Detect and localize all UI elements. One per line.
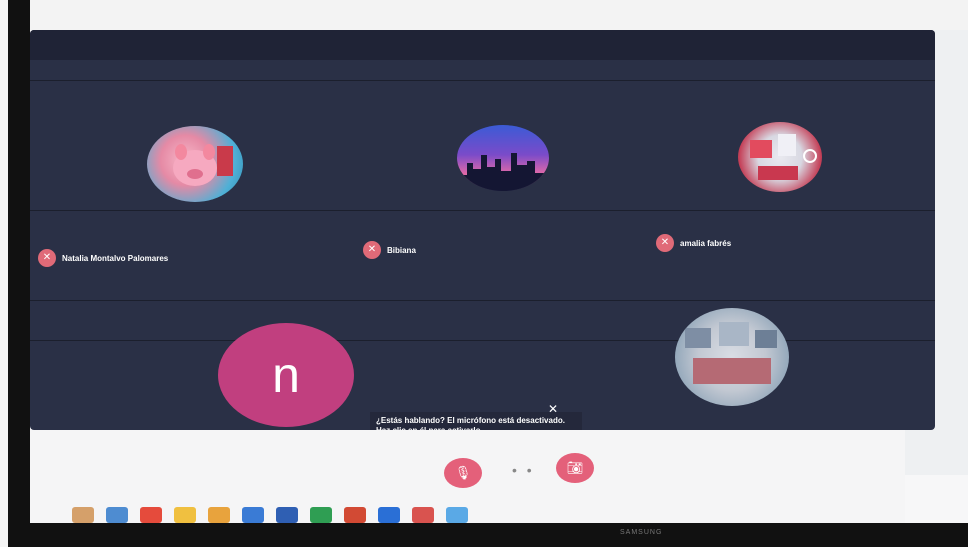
participant-name-row: ✕ Bibiana [363,241,416,259]
scanline [30,210,935,211]
collage-picture [750,134,817,180]
monitor-brand: SAMSUNG [620,529,663,536]
city-skyline-picture [457,153,549,191]
participant-avatar[interactable] [147,126,243,202]
app-icon[interactable] [106,507,128,523]
participant-name: amalia fabrés [680,238,732,248]
monitor-bezel [8,0,30,547]
participant-name: Natalia Montalvo Palomares [62,253,169,263]
browser-topbar [30,0,968,30]
scanline [30,300,935,301]
pig-picture [173,144,233,186]
participant-avatar[interactable] [738,122,822,192]
app-icon[interactable] [446,507,468,523]
mic-off-button[interactable]: 🎙︎ [444,458,482,488]
participant-initial-avatar[interactable]: n [218,323,354,427]
meeting-stage: ✕ Natalia Montalvo Palomares ✕ Bibiana ✕… [30,30,935,430]
excel-icon[interactable] [310,507,332,523]
app-icon[interactable] [378,507,400,523]
app-icon[interactable] [412,507,434,523]
taskbar [60,505,772,525]
mic-off-icon: ✕ [363,241,381,259]
camera-off-icon: 📷︎ [566,460,584,475]
word-icon[interactable] [276,507,298,523]
stage-header [30,30,935,60]
monitor-bezel [8,523,968,547]
mic-off-icon: ✕ [656,234,674,252]
chrome-icon[interactable] [140,507,162,523]
participant-name: Bibiana [387,245,416,255]
classroom-picture [685,322,777,384]
scanline [30,80,935,81]
toast-message: ¿Estás hablando? El micrófono está desac… [376,416,565,430]
camera-off-button[interactable]: 📷︎ [556,453,594,483]
participant-name-row: ✕ amalia fabrés [656,234,731,252]
app-icon[interactable] [208,507,230,523]
explorer-icon[interactable] [174,507,196,523]
toast-close-button[interactable]: ✕ [548,402,558,416]
scanline [30,340,935,341]
powerpoint-icon[interactable] [344,507,366,523]
folder-icon[interactable] [72,507,94,523]
participant-name-row: ✕ Natalia Montalvo Palomares [38,249,168,267]
mic-off-icon: 🎙︎ [454,465,472,480]
browser-window: ✕ Natalia Montalvo Palomares ✕ Bibiana ✕… [30,0,968,523]
participant-avatar[interactable] [457,125,549,191]
more-options-button[interactable]: • • [512,462,535,478]
mic-off-icon: ✕ [38,249,56,267]
participant-avatar[interactable] [675,308,789,406]
app-icon[interactable] [242,507,264,523]
